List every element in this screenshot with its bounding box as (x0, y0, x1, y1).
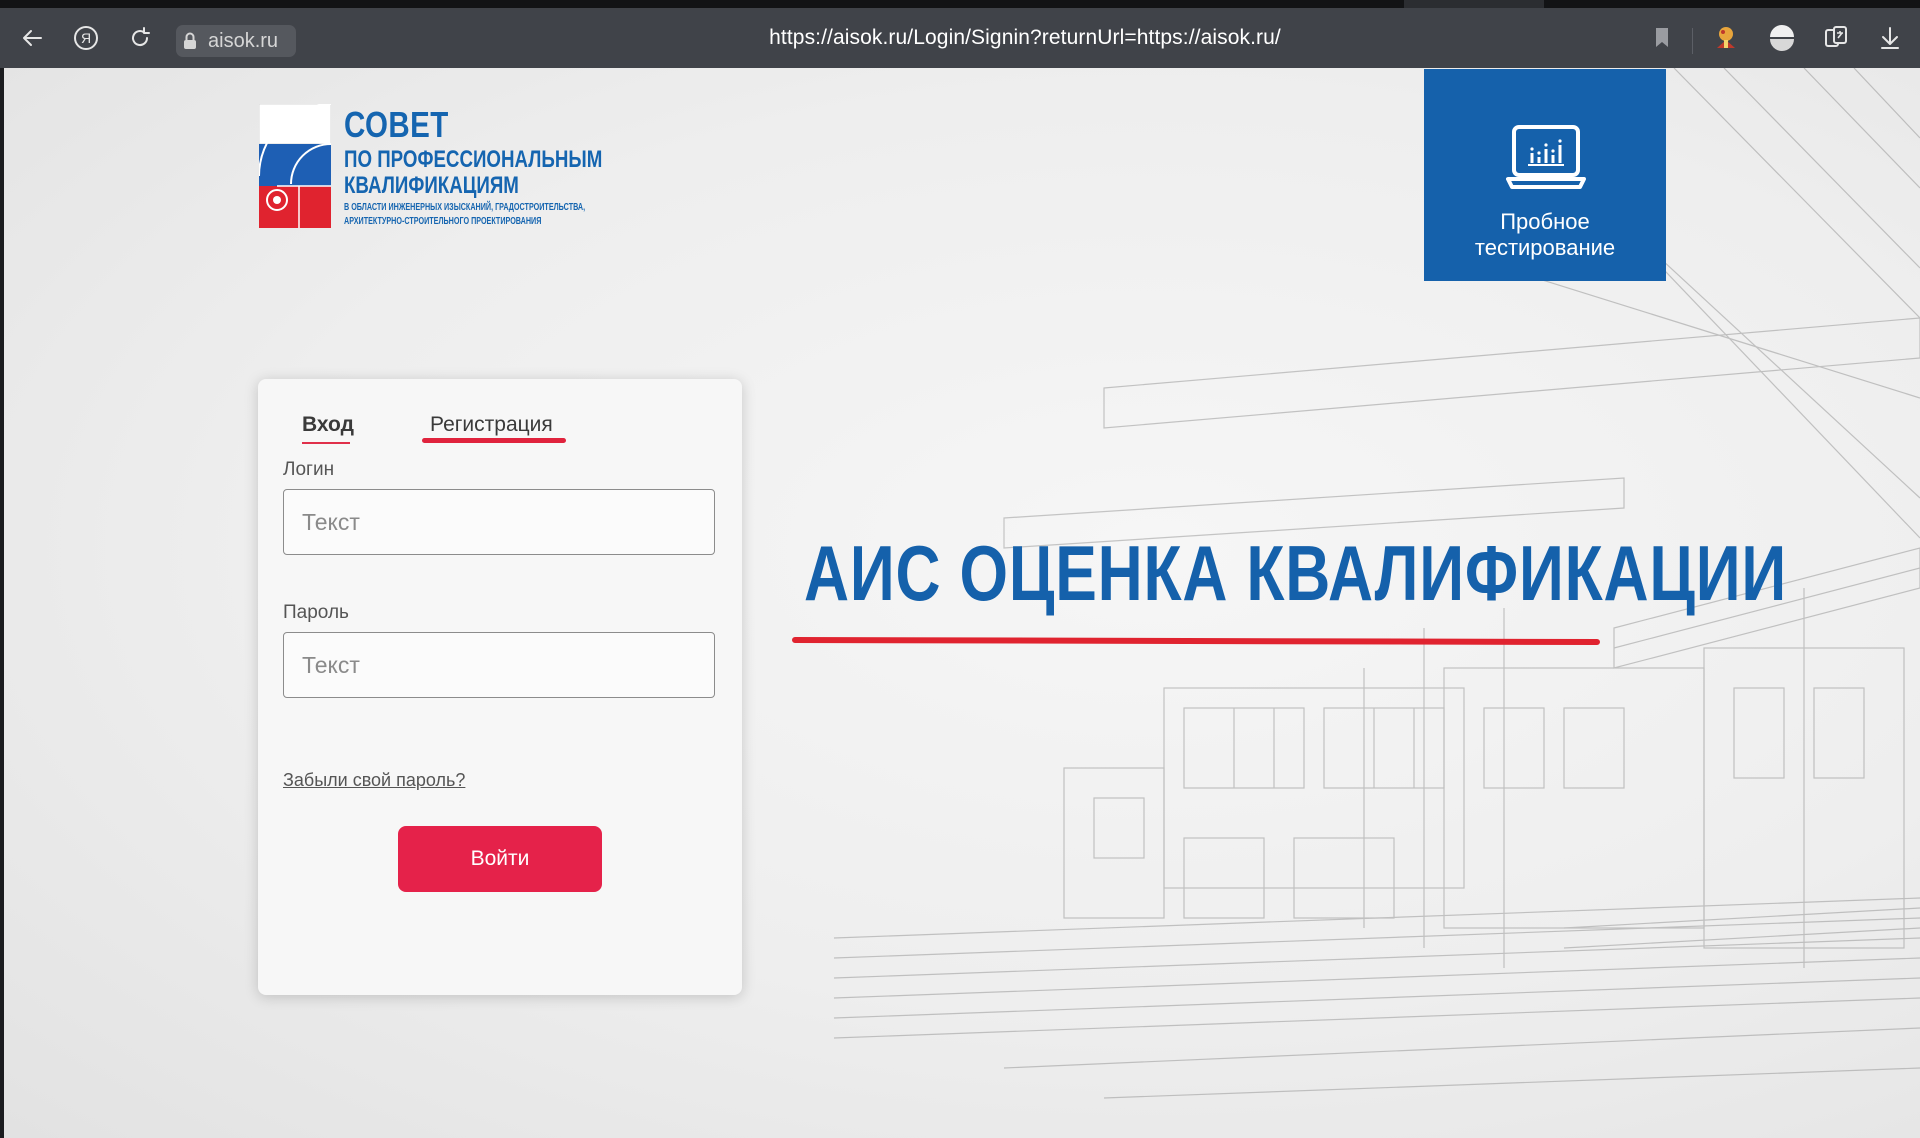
browser-tab-strip (0, 0, 1920, 8)
address-bar-url[interactable]: https://aisok.ru/Login/Signin?returnUrl=… (600, 8, 1450, 68)
svg-text:Я: Я (81, 30, 91, 46)
logo-subtitle-1: ПО ПРОФЕССИОНАЛЬНЫМ (344, 146, 603, 173)
back-arrow-icon[interactable] (16, 22, 48, 54)
browser-tab[interactable] (1404, 0, 1544, 8)
tab-login[interactable]: Вход (302, 413, 354, 437)
domain-label: aisok.ru (208, 29, 279, 52)
trial-label-line1: Пробное (1500, 209, 1590, 234)
vpn-icon[interactable] (1766, 22, 1798, 54)
site-info-chip[interactable]: aisok.ru (176, 25, 296, 57)
logo-subtitle-2: КВАЛИФИКАЦИЯМ (344, 172, 519, 199)
flag-logo-icon (259, 104, 331, 228)
login-card: Вход Регистрация Логин Пароль Забыли сво… (258, 379, 742, 995)
login-field-label: Логин (283, 459, 335, 480)
logo-caption-2: АРХИТЕКТУРНО-СТРОИТЕЛЬНОГО ПРОЕКТИРОВАНИ… (344, 216, 542, 227)
translate-icon[interactable] (1820, 22, 1852, 54)
forgot-password-link[interactable]: Забыли свой пароль? (283, 770, 465, 791)
tab-register[interactable]: Регистрация (430, 413, 553, 437)
password-field-label: Пароль (283, 602, 349, 623)
trial-testing-button[interactable]: Пробное тестирование (1424, 69, 1666, 281)
logo-title: СОВЕТ (344, 104, 449, 145)
page-title: АИС ОЦЕНКА КВАЛИФИКАЦИИ (804, 529, 1788, 617)
toolbar-separator (1692, 28, 1693, 54)
reload-icon[interactable] (124, 22, 156, 54)
tab-login-underline (302, 442, 350, 444)
trial-label-line2: тестирование (1474, 235, 1616, 260)
laptop-chart-icon (1506, 125, 1586, 189)
bookmark-icon[interactable] (1646, 22, 1678, 54)
login-input[interactable] (283, 489, 715, 555)
logo-caption-1: В ОБЛАСТИ ИНЖЕНЕРНЫХ ИЗЫСКАНИЙ, ГРАДОСТР… (344, 202, 586, 213)
yandex-icon[interactable]: Я (70, 22, 102, 54)
extension-icon[interactable] (1710, 22, 1742, 54)
tab-register-underline (422, 438, 566, 443)
login-submit-button[interactable]: Войти (398, 826, 602, 892)
download-icon[interactable] (1874, 22, 1906, 54)
council-logo[interactable]: СОВЕТ ПО ПРОФЕССИОНАЛЬНЫМ КВАЛИФИКАЦИЯМ … (259, 104, 603, 234)
lock-icon (176, 32, 204, 50)
page-content: СОВЕТ ПО ПРОФЕССИОНАЛЬНЫМ КВАЛИФИКАЦИЯМ … (4, 68, 1920, 1138)
password-input[interactable] (283, 632, 715, 698)
